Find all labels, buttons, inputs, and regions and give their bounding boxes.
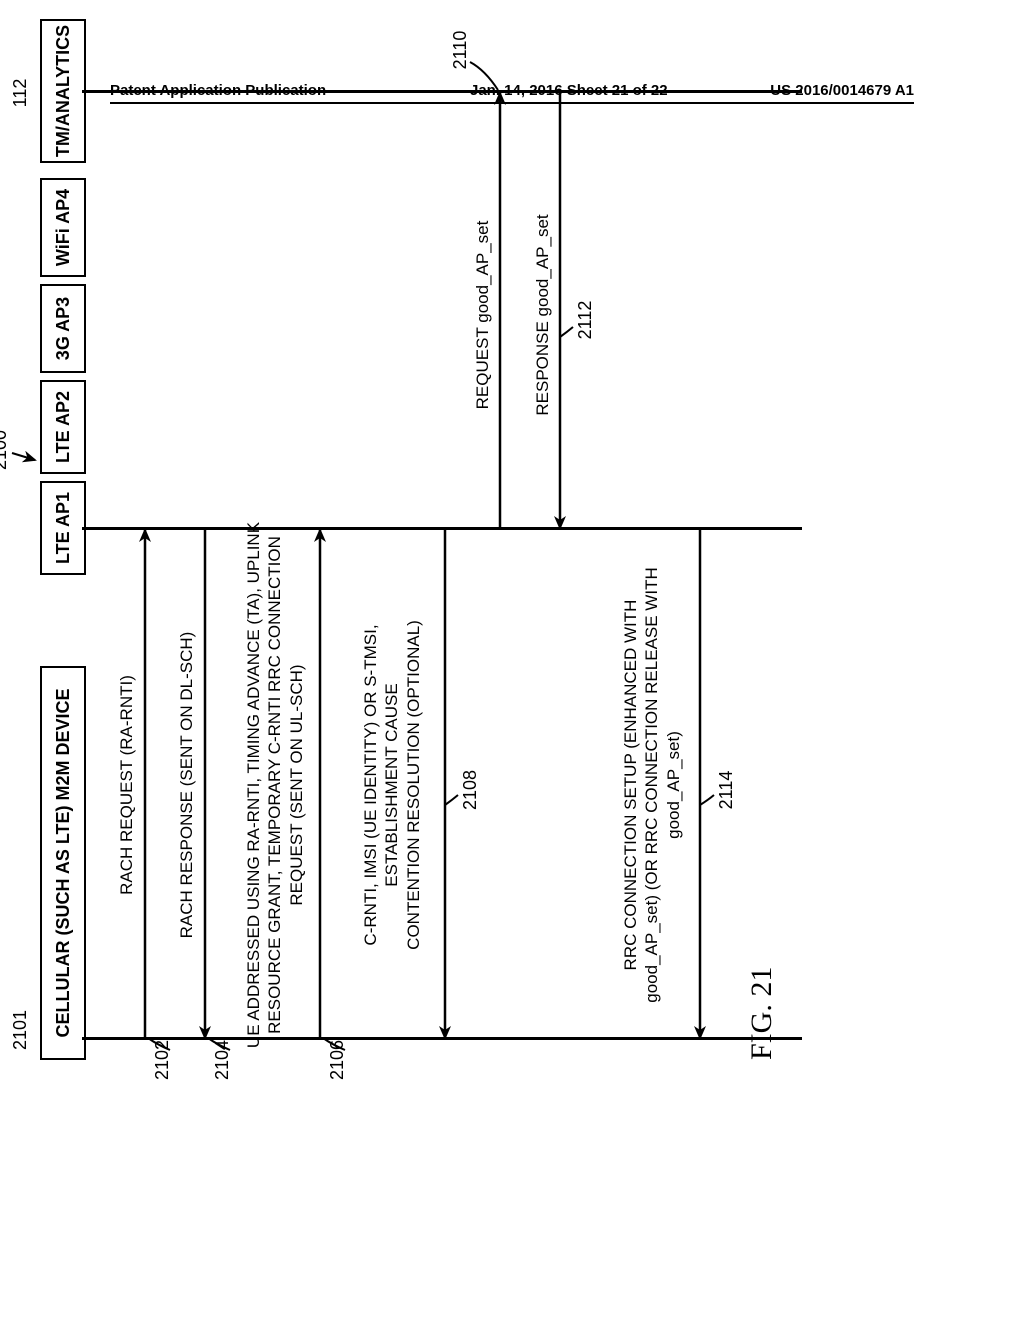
header-rule	[110, 102, 914, 104]
lifeline-tm	[82, 91, 802, 94]
figure-caption: FIG. 21	[745, 967, 779, 1060]
hook-2114	[40, 240, 1000, 1020]
diagram-tag-2100: 2100	[0, 420, 11, 480]
msg-2102-tag: 2102	[152, 1030, 173, 1090]
entity-m2m-tag: 2101	[10, 1000, 31, 1060]
entity-tm: TM/ANALYTICS	[40, 19, 86, 163]
sequence-diagram: 2100 CELLULAR (SUCH AS LTE) M2M DEVICE 2…	[40, 240, 1000, 1020]
msg-2104-tag: 2104	[212, 1030, 233, 1090]
msg-2106-tag: 2106	[327, 1030, 348, 1090]
lifeline-m2m	[82, 1038, 802, 1041]
msg-2110-tag: 2110	[450, 20, 471, 80]
entity-tm-label: TM/ANALYTICS	[53, 25, 74, 157]
entity-tm-tag: 112	[10, 63, 31, 123]
